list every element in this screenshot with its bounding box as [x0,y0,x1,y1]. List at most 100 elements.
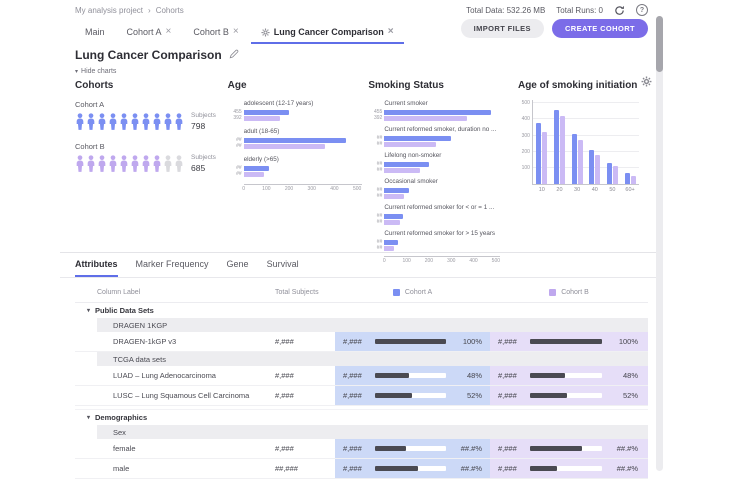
bar-value-label: 392 [368,116,382,121]
bar-value-label: ## [368,214,382,219]
tab-cohort-a[interactable]: Cohort A × [117,22,182,44]
refresh-icon[interactable] [614,5,625,16]
subjects-number: 685 [191,163,216,173]
breadcrumb-section[interactable]: Cohorts [156,6,184,15]
cohort-a-bar-track [375,446,446,451]
cohort-b-bar-fill [530,373,565,378]
import-files-button[interactable]: IMPORT FILES [461,19,544,38]
subgroup-label: Sex [97,425,648,439]
bar-cohort-a [384,188,409,193]
bar-cohort-b [384,168,420,173]
close-tab-icon[interactable]: × [233,27,239,37]
hide-charts-toggle[interactable]: ▾ Hide charts [75,68,116,75]
tab-main[interactable]: Main [75,22,115,44]
total-subjects-value: #,### [275,444,335,453]
y-axis-tick: 400 [522,116,530,122]
tab-cohort-b[interactable]: Cohort B× [183,22,248,44]
bar-group-label: Current reformed smoker for < or = 1 ... [384,204,514,211]
table-tab-marker-frequency[interactable]: Marker Frequency [136,259,209,277]
x-axis-tick: 20 [553,187,565,193]
x-axis-tick: 0 [242,186,245,192]
bar-group-occasional-smoker: Occasional smoker#### [368,178,515,199]
cohort-b-bar-fill [530,393,567,398]
bar-value-label: ## [228,138,242,143]
person-icon [163,112,173,131]
total-subjects-header: Total Subjects [275,289,335,296]
subgroup-label: DRAGEN 1KGP [97,318,648,332]
total-runs-label: Total Runs: 0 [556,6,603,15]
gridline [533,102,639,103]
bar-value-label: ## [228,172,242,177]
cohort-a-bar-track [375,373,446,378]
subgroup-row-sex[interactable]: Sex [75,425,648,439]
x-axis-tick: 50 [606,187,618,193]
edit-title-icon[interactable] [229,48,239,62]
table-row-luad-lung-adenocarcinoma[interactable]: LUAD – Lung Adenocarcinoma#,####,###48%#… [75,366,648,386]
x-axis-tick: 200 [425,258,433,264]
table-tab-attributes[interactable]: Attributes [75,259,118,277]
person-icon [119,154,129,173]
breadcrumb-project[interactable]: My analysis project [75,6,143,15]
table-row-dragen-1kgp-v3[interactable]: DRAGEN-1kGP v3#,####,###100%#,###100% [75,332,648,352]
person-icon [141,154,151,173]
table-tab-survival[interactable]: Survival [267,259,299,277]
person-icon [119,112,129,131]
caret-down-icon: ▾ [87,307,90,314]
bar-group-label: adult (18-65) [244,128,366,135]
tab-label: Cohort A [127,27,162,37]
bar-value-label: ## [228,166,242,171]
table-row-lusc-lung-squamous-cell-carcinoma[interactable]: LUSC – Lung Squamous Cell Carcinoma#,###… [75,386,648,406]
smoking-initiation-chart-panel: Age of smoking initiation 10020030040050… [518,80,648,266]
table-row-female[interactable]: female#,####,#####.#%#,#####.#% [75,439,648,459]
y-axis-tick: 200 [522,149,530,155]
cohort-a-legend-swatch [393,289,400,296]
column-cohort-b [613,166,618,184]
close-tab-icon[interactable]: × [388,27,394,37]
scrollbar-track[interactable] [656,16,663,471]
cohort-a-percent: 52% [452,391,482,400]
person-icon [130,112,140,131]
create-cohort-button[interactable]: CREATE COHORT [552,19,648,38]
column-cohort-a [607,163,612,184]
charts-row: Cohorts Cohort ASubjects798Cohort BSubje… [75,80,648,266]
column-cohort-a [536,123,541,184]
cohort-a-bar-track [375,339,446,344]
cohort-b-value: #,### [498,444,524,453]
cohort-a-bar-fill [375,446,406,451]
bar-value-label: ## [368,188,382,193]
group-row-public-data-sets[interactable]: ▾ Public Data Sets [75,303,648,318]
scrollbar-thumb[interactable] [656,16,663,72]
subgroup-row-dragen-1kgp[interactable]: DRAGEN 1KGP [75,318,648,332]
person-icon [163,154,173,173]
cohort-b-bar-track [530,339,602,344]
tab-lung-cancer-comparison[interactable]: Lung Cancer Comparison× [251,22,404,44]
close-tab-icon[interactable]: × [166,27,172,37]
cohort-a-legend: Cohort A [335,289,490,296]
bar-cohort-b [384,116,467,121]
cohort-b-cell: #,###52% [490,386,648,405]
bar-group-adult-18-65: adult (18-65)#### [228,128,366,149]
smoking-chart-title: Smoking Status [368,80,515,91]
cohort-person-icons [75,112,184,131]
total-subjects-value: #,### [275,391,335,400]
cohort-b-percent: 48% [608,371,638,380]
chart-settings-gear-icon[interactable] [641,74,652,92]
bar-group-label: Lifelong non-smoker [384,152,514,159]
group-label: Public Data Sets [95,306,154,315]
cohort-person-icons [75,154,184,173]
total-subjects-value: #,### [275,371,335,380]
table-tab-gene[interactable]: Gene [227,259,249,277]
cohort-a-bar-track [375,393,446,398]
cohort-a-value: #,### [343,391,369,400]
page-title: Lung Cancer Comparison [75,48,222,62]
column-cohort-a [589,150,594,184]
help-icon[interactable]: ? [636,4,648,16]
subgroup-row-tcga-data-sets[interactable]: TCGA data sets [75,352,648,366]
subgroup-label: TCGA data sets [97,352,648,366]
cohort-b-cell: #,###48% [490,366,648,385]
cohort-a-cell: #,#####.#% [335,439,490,458]
group-row-demographics[interactable]: ▾Demographics [75,409,648,425]
column-cohort-a [572,134,577,184]
section-divider [60,252,656,253]
table-row-male[interactable]: male##,####,#####.#%#,#####.#% [75,459,648,479]
